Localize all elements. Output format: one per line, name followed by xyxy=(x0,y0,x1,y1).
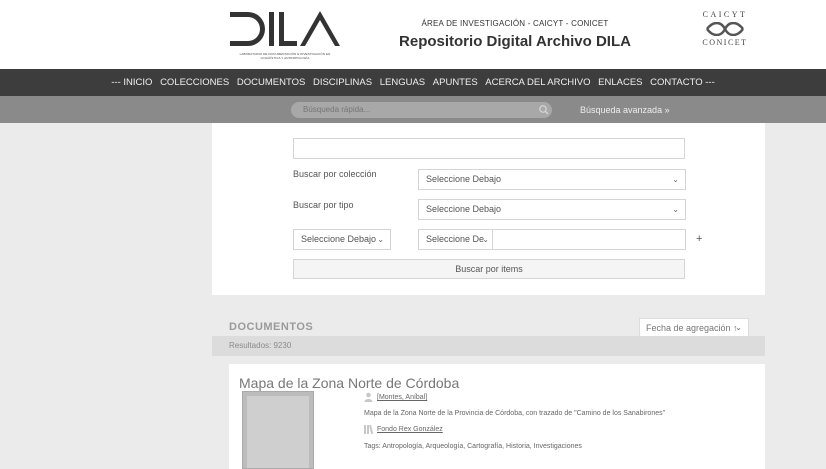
document-card: Mapa de la Zona Norte de Córdoba [Montes… xyxy=(229,364,765,469)
caicyt-label: CAICYT xyxy=(702,10,748,19)
main-nav: --- INICIO COLECCIONES DOCUMENTOS DISCIP… xyxy=(0,69,826,96)
site-title-block: ÁREA DE INVESTIGACIÓN - CAICYT - CONICET… xyxy=(380,19,650,50)
field-select-value: Seleccione Debajo xyxy=(301,234,377,244)
caicyt-conicet-logo[interactable]: CAICYT CONICET xyxy=(690,10,760,56)
area-label: ÁREA DE INVESTIGACIÓN - CAICYT - CONICET xyxy=(421,19,609,28)
add-field-button[interactable]: + xyxy=(696,233,702,245)
operator-select[interactable]: Seleccione De ⌄ xyxy=(418,229,493,250)
document-tags: Tags: Antropología, Arqueología, Cartogr… xyxy=(364,443,582,450)
type-select[interactable]: Seleccione Debajo ⌄ xyxy=(418,199,686,220)
chevron-down-icon: ⌄ xyxy=(672,175,679,184)
nav-item-enlaces[interactable]: ENLACES xyxy=(598,77,642,88)
chevron-down-icon: ⌄ xyxy=(482,235,489,244)
nav-item-apuntes[interactable]: APUNTES xyxy=(433,77,478,88)
sort-select[interactable]: Fecha de agregación ↑ ⌄ xyxy=(639,318,749,338)
chevron-down-icon: ⌄ xyxy=(735,323,742,332)
type-label: Buscar por tipo xyxy=(293,200,354,210)
type-select-value: Seleccione Debajo xyxy=(426,204,502,214)
user-icon xyxy=(364,392,373,402)
nav-item-contacto[interactable]: CONTACTO --- xyxy=(650,77,715,88)
map-image xyxy=(247,396,309,468)
field-select[interactable]: Seleccione Debajo ⌄ xyxy=(293,229,391,250)
collection-label: Buscar por colección xyxy=(293,169,377,179)
search-items-button[interactable]: Buscar por items xyxy=(293,259,685,279)
site-title[interactable]: Repositorio Digital Archivo DILA xyxy=(380,33,650,50)
nav-item-acerca[interactable]: ACERCA DEL ARCHIVO xyxy=(485,77,590,88)
nav-item-lenguas[interactable]: LENGUAS xyxy=(380,77,425,88)
value-input[interactable] xyxy=(492,229,686,250)
results-count: Resultados: 9230 xyxy=(212,336,765,356)
document-title[interactable]: Mapa de la Zona Norte de Córdoba xyxy=(239,375,459,391)
site-header: LABORATORIO DE DOCUMENTACIÓN E INVESTIGA… xyxy=(0,0,826,69)
nav-item-colecciones[interactable]: COLECCIONES xyxy=(160,77,229,88)
search-icon[interactable] xyxy=(538,104,550,116)
document-description: Mapa de la Zona Norte de la Provincia de… xyxy=(364,410,666,417)
search-bar: Búsqueda avanzada » xyxy=(0,96,826,123)
dila-logo[interactable]: LABORATORIO DE DOCUMENTACIÓN E INVESTIGA… xyxy=(228,8,346,62)
author-link[interactable]: [Montes, Aníbal] xyxy=(377,394,427,401)
chevron-down-icon: ⌄ xyxy=(377,235,384,244)
sort-select-value: Fecha de agregación ↑ xyxy=(646,323,738,333)
documents-title: DOCUMENTOS xyxy=(229,321,314,333)
author-link-text[interactable]: [Montes, Aníbal] xyxy=(377,394,427,401)
keyword-input[interactable] xyxy=(293,138,685,159)
collection-icon xyxy=(364,424,374,434)
document-thumbnail[interactable] xyxy=(242,391,314,469)
filter-panel: Buscar por colección Seleccione Debajo ⌄… xyxy=(212,123,765,295)
dila-logo-icon xyxy=(230,11,340,46)
nav-item-disciplinas[interactable]: DISCIPLINAS xyxy=(313,77,372,88)
conicet-label: CONICET xyxy=(702,38,748,47)
collection-select-value: Seleccione Debajo xyxy=(426,174,502,184)
quick-search-input[interactable] xyxy=(291,102,552,118)
collection-select[interactable]: Seleccione Debajo ⌄ xyxy=(418,169,686,190)
chevron-down-icon: ⌄ xyxy=(672,205,679,214)
logo-subtitle: LABORATORIO DE DOCUMENTACIÓN E INVESTIGA… xyxy=(239,52,331,60)
collection-link[interactable]: Fondo Rex González xyxy=(377,426,443,433)
infinity-logo-icon xyxy=(706,22,744,36)
nav-item-documentos[interactable]: DOCUMENTOS xyxy=(237,77,305,88)
advanced-search-link[interactable]: Búsqueda avanzada » xyxy=(580,102,670,118)
operator-select-value: Seleccione De xyxy=(426,234,485,244)
collection-link-text[interactable]: Fondo Rex González xyxy=(377,426,443,433)
nav-item-inicio[interactable]: --- INICIO xyxy=(111,77,152,88)
